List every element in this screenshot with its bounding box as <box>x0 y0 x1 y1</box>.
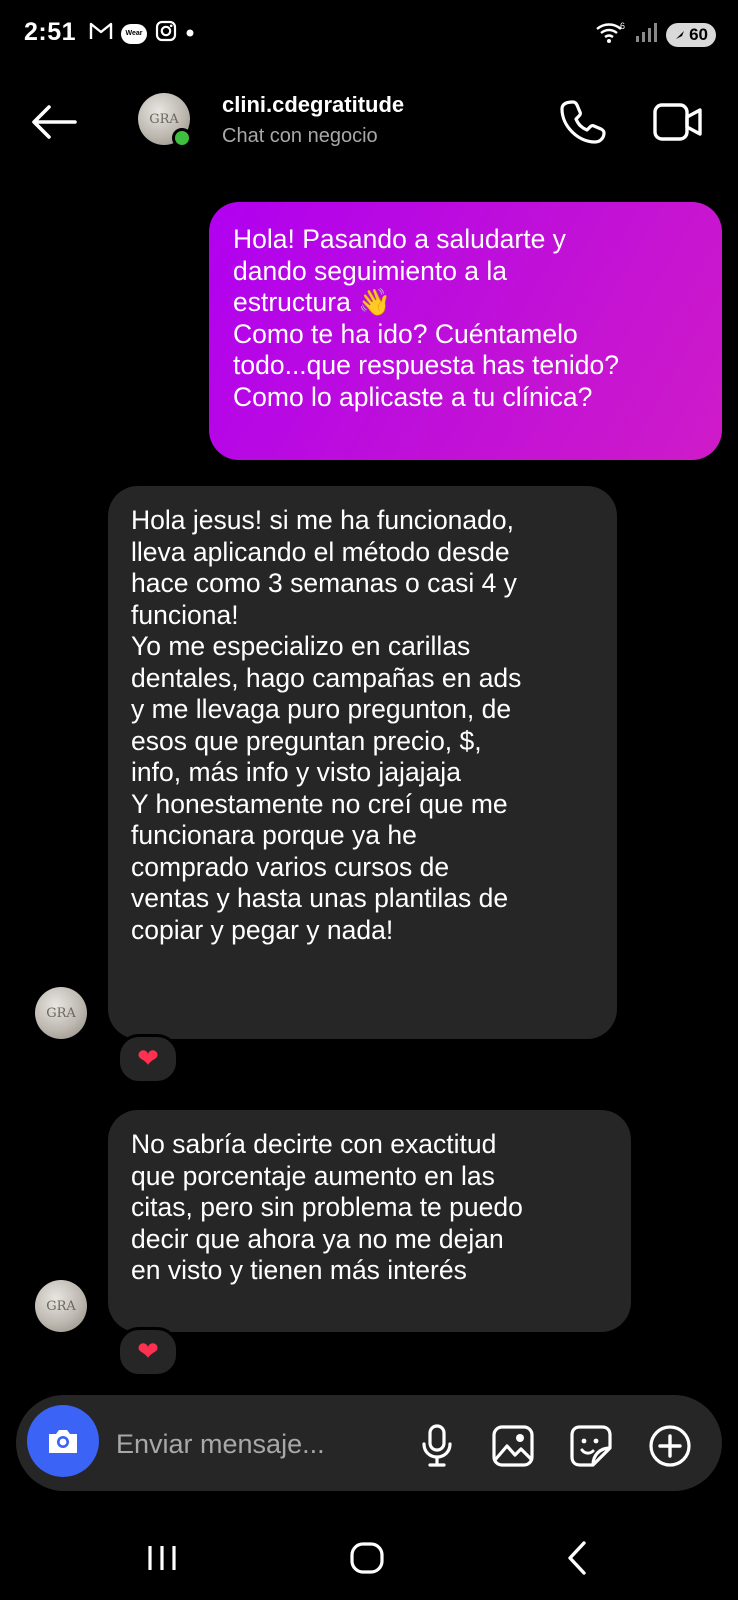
home-icon <box>350 1542 384 1574</box>
battery-level: 60 <box>689 24 708 44</box>
battery-indicator: 60 <box>666 22 716 47</box>
back-nav-button[interactable] <box>547 1530 607 1586</box>
avatar-text: GRA <box>149 111 179 127</box>
incoming-message[interactable]: No sabría decirte con exactitud que porc… <box>108 1110 631 1332</box>
incoming-message[interactable]: Hola jesus! si me ha funcionado, lleva a… <box>108 486 617 1039</box>
instagram-icon <box>155 20 177 47</box>
heart-icon: ❤ <box>137 1337 159 1367</box>
sender-avatar[interactable]: GRA <box>35 987 87 1039</box>
status-system-icons: 6 60 <box>594 20 716 49</box>
gallery-icon <box>492 1425 534 1467</box>
message-reaction[interactable]: ❤ <box>117 1327 179 1377</box>
message-input[interactable] <box>116 1422 386 1466</box>
back-icon <box>568 1541 586 1575</box>
video-camera-icon <box>653 103 702 141</box>
online-status-dot <box>172 128 192 148</box>
avatar-text: GRA <box>46 1298 76 1314</box>
chat-type-label: Chat con negocio <box>222 125 378 147</box>
svg-text:6: 6 <box>620 21 625 31</box>
avatar-text: GRA <box>46 1005 76 1021</box>
arrow-left-icon <box>32 105 77 139</box>
message-reaction[interactable]: ❤ <box>117 1034 179 1084</box>
gmail-icon <box>89 21 113 46</box>
more-options-button[interactable] <box>646 1422 694 1470</box>
status-time: 2:51 <box>24 18 77 46</box>
battery-saver-icon <box>676 30 685 39</box>
outgoing-message[interactable]: Hola! Pasando a saludarte y dando seguim… <box>209 202 722 460</box>
camera-button[interactable] <box>27 1405 99 1477</box>
camera-icon <box>49 1430 77 1453</box>
sender-avatar[interactable]: GRA <box>35 1280 87 1332</box>
gallery-button[interactable] <box>489 1422 537 1470</box>
recent-apps-icon <box>148 1546 176 1570</box>
signal-icon <box>634 21 658 48</box>
video-call-button[interactable] <box>652 100 704 144</box>
voice-message-button[interactable] <box>413 1422 461 1470</box>
home-button[interactable] <box>337 1530 397 1586</box>
plus-icon <box>649 1425 691 1467</box>
wear-icon-label: Wear <box>125 30 143 37</box>
microphone-icon <box>422 1424 452 1467</box>
wear-icon: Wear <box>121 23 147 44</box>
dot-icon <box>185 25 195 43</box>
back-button[interactable] <box>26 96 82 148</box>
phone-icon <box>560 100 606 144</box>
wifi-icon: 6 <box>594 20 626 49</box>
voice-call-button[interactable] <box>560 98 606 144</box>
recent-apps-button[interactable] <box>132 1530 192 1586</box>
contact-name[interactable]: clini.cdegratitude <box>222 92 404 118</box>
status-notification-icons: Wear <box>89 20 195 47</box>
heart-icon: ❤ <box>137 1044 159 1074</box>
sticker-button[interactable] <box>567 1422 615 1470</box>
sticker-icon <box>570 1425 612 1467</box>
